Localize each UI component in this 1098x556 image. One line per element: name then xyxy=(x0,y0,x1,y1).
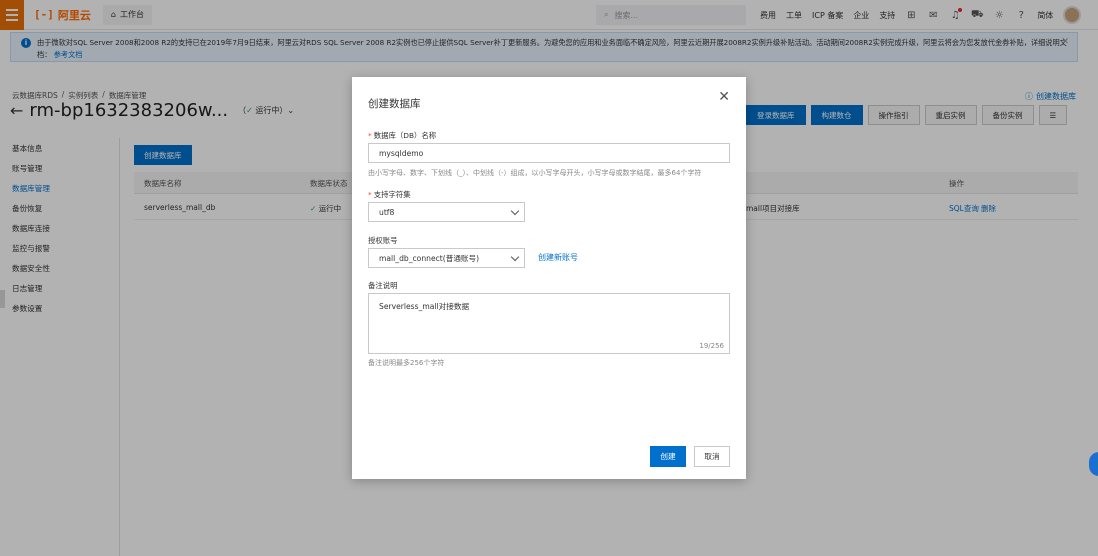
remark-value: Serverless_mall对接数据 xyxy=(379,302,470,311)
remark-hint: 备注说明最多256个字符 xyxy=(368,359,445,367)
db-name-label: * 数据库（DB）名称 xyxy=(368,130,436,141)
charset-value: utf8 xyxy=(379,207,395,217)
charset-label-text: 支持字符集 xyxy=(373,190,411,199)
remark-label: 备注说明 xyxy=(368,281,398,290)
chevron-down-icon xyxy=(510,206,520,216)
dialog-title: 创建数据库 xyxy=(368,98,421,110)
remark-counter: 19/256 xyxy=(699,342,724,350)
account-value: mall_db_connect(普通账号) xyxy=(379,253,480,263)
required-mark: * xyxy=(368,190,372,199)
db-name-label-text: 数据库（DB）名称 xyxy=(373,131,437,140)
account-select[interactable]: mall_db_connect(普通账号) xyxy=(368,248,525,268)
db-name-value: mysqldemo xyxy=(379,148,424,158)
db-name-input[interactable]: mysqldemo xyxy=(368,143,730,163)
cancel-button[interactable]: 取消 xyxy=(694,446,730,467)
remark-textarea[interactable]: Serverless_mall对接数据 19/256 xyxy=(368,293,730,354)
close-icon[interactable]: ✕ xyxy=(718,89,730,105)
create-database-dialog: 创建数据库 ✕ * 数据库（DB）名称 mysqldemo 由小写字母、数字、下划… xyxy=(352,77,746,479)
account-label: 授权账号 xyxy=(368,236,398,245)
chevron-down-icon xyxy=(510,252,520,262)
create-account-link[interactable]: 创建新账号 xyxy=(538,252,578,263)
charset-label: * 支持字符集 xyxy=(368,189,411,200)
create-button[interactable]: 创建 xyxy=(650,446,686,467)
db-name-hint: 由小写字母、数字、下划线（_）、中划线（-）组成，以小写字母开头，小写字母或数字… xyxy=(368,169,702,177)
charset-select[interactable]: utf8 xyxy=(368,202,525,222)
required-mark: * xyxy=(368,131,372,140)
floating-help-button[interactable] xyxy=(1089,452,1098,476)
